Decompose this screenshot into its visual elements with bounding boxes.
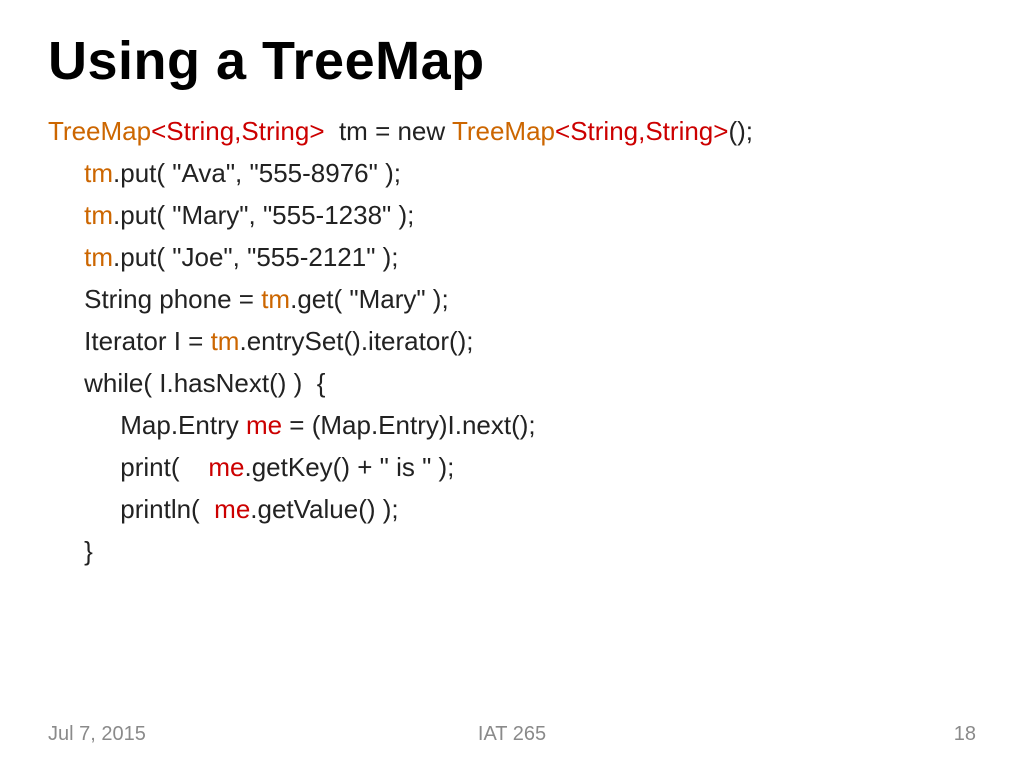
code-token: .entrySet().iterator(); <box>239 326 473 356</box>
code-token: me <box>208 452 244 482</box>
code-token: me <box>246 410 282 440</box>
code-token: Map.Entry <box>48 410 246 440</box>
code-token: <String,String> <box>151 116 324 146</box>
code-token: .put( "Ava", "555-8976" ); <box>113 158 401 188</box>
code-token: tm <box>84 158 113 188</box>
code-token: Iterator I = <box>48 326 211 356</box>
slide-footer: Jul 7, 2015 IAT 265 18 <box>0 723 1024 746</box>
code-token: .put( "Joe", "555-2121" ); <box>113 242 399 272</box>
footer-course: IAT 265 <box>0 723 1024 746</box>
code-token: = (Map.Entry)I.next(); <box>282 410 536 440</box>
code-token <box>48 242 84 272</box>
code-token: tm <box>261 284 290 314</box>
code-token: TreeMap <box>48 116 151 146</box>
code-token: while( I.hasNext() ) { <box>48 368 325 398</box>
code-token: (); <box>728 116 753 146</box>
code-token: .getKey() + " is " ); <box>245 452 455 482</box>
code-token: tm <box>84 200 113 230</box>
code-token: String phone = <box>48 284 261 314</box>
code-token: .put( "Mary", "555-1238" ); <box>113 200 414 230</box>
slide: Using a TreeMap TreeMap<String,String> t… <box>0 0 1024 768</box>
code-token: tm <box>211 326 240 356</box>
slide-title: Using a TreeMap <box>48 30 976 92</box>
code-token <box>48 158 84 188</box>
code-token: me <box>214 494 250 524</box>
code-token: print( <box>48 452 208 482</box>
code-token: .get( "Mary" ); <box>290 284 449 314</box>
code-token <box>48 200 84 230</box>
code-token: <String,String> <box>555 116 728 146</box>
code-token: } <box>48 536 93 566</box>
code-token: println( <box>48 494 214 524</box>
code-token: .getValue() ); <box>250 494 398 524</box>
code-token: TreeMap <box>452 116 555 146</box>
code-token: tm = new <box>325 116 452 146</box>
code-token: tm <box>84 242 113 272</box>
code-block: TreeMap<String,String> tm = new TreeMap<… <box>48 110 976 572</box>
